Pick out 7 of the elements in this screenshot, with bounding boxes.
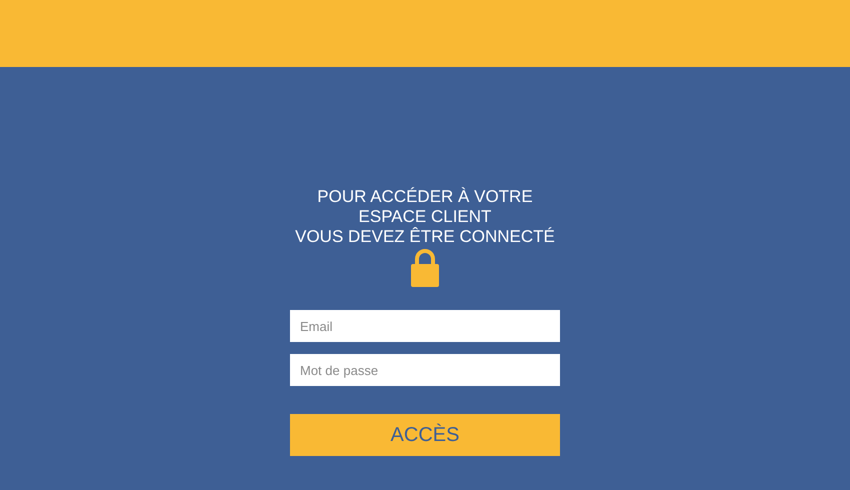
access-button[interactable]: ACCÈS [290, 414, 560, 456]
heading-line: VOUS DEVEZ ÊTRE CONNECTÉ [295, 227, 555, 247]
heading-line: POUR ACCÉDER À VOTRE [317, 187, 533, 207]
password-field[interactable]: Mot de passe [290, 354, 560, 386]
padlock-icon [411, 249, 439, 287]
email-field[interactable]: Email [290, 310, 560, 342]
heading-line: ESPACE CLIENT [358, 207, 492, 227]
